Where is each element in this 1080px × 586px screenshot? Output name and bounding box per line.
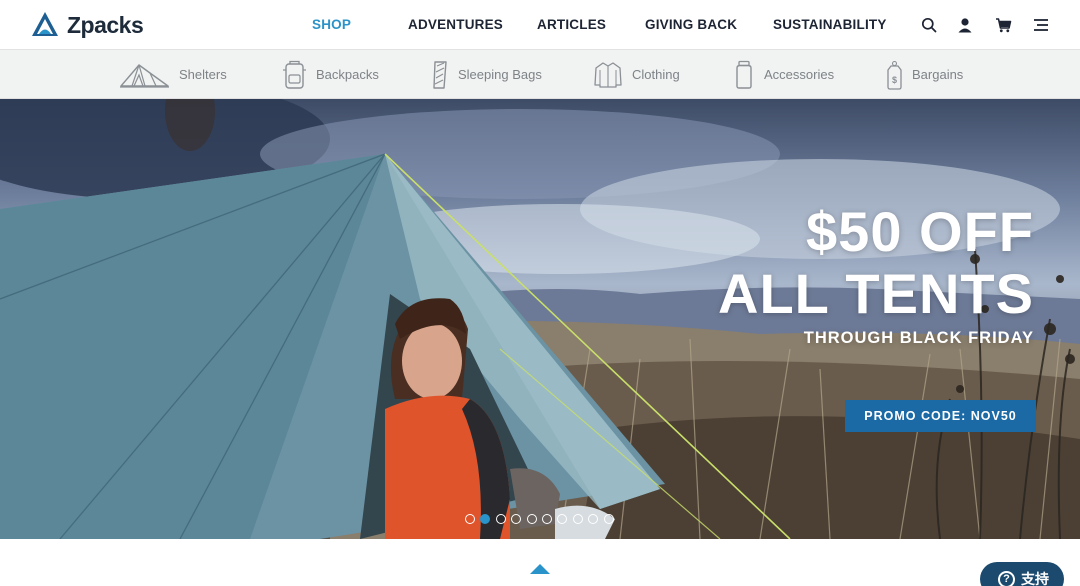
- carousel-dot[interactable]: [465, 514, 475, 524]
- hero-subtitle: THROUGH BLACK FRIDAY: [803, 329, 1034, 347]
- carousel-dot[interactable]: [511, 514, 522, 524]
- tag-icon: $: [887, 60, 902, 90]
- cart-icon[interactable]: [992, 14, 1014, 36]
- nav-adventures[interactable]: ADVENTURES: [408, 17, 503, 32]
- scroll-up-arrow-icon[interactable]: [530, 564, 550, 574]
- category-bargains[interactable]: $ Bargains: [886, 50, 963, 99]
- category-shelters[interactable]: Shelters: [119, 50, 227, 99]
- category-label: Clothing: [632, 67, 680, 82]
- category-bar: Shelters Backpacks Sleeping Bags Clothin…: [0, 50, 1080, 99]
- category-backpacks[interactable]: Backpacks: [282, 50, 379, 99]
- bottle-icon: [736, 60, 752, 89]
- category-label: Backpacks: [316, 67, 379, 82]
- jacket-icon: [594, 61, 622, 88]
- hero-banner[interactable]: $50 OFF ALL TENTS THROUGH BLACK FRIDAY P…: [0, 99, 1080, 539]
- hero-line-1: $50 OFF: [806, 200, 1034, 263]
- promo-code-button[interactable]: PROMO CODE: NOV50: [845, 400, 1036, 432]
- category-accessories[interactable]: Accessories: [733, 50, 834, 99]
- hero-line-2: ALL TENTS: [718, 262, 1034, 325]
- category-sleeping-bags[interactable]: Sleeping Bags: [431, 50, 542, 99]
- carousel-dot-active[interactable]: [480, 514, 491, 524]
- search-icon[interactable]: [918, 14, 940, 36]
- site-header: Zpacks SHOP ADVENTURES ARTICLES GIVING B…: [0, 0, 1080, 50]
- svg-text:$: $: [892, 75, 897, 85]
- carousel-dot[interactable]: [541, 514, 552, 524]
- category-label: Bargains: [912, 67, 964, 82]
- support-button[interactable]: ? 支持: [980, 562, 1064, 586]
- carousel-dots: [465, 514, 619, 524]
- tent-icon: [120, 63, 169, 88]
- category-label: Accessories: [764, 67, 835, 82]
- carousel-dot[interactable]: [588, 514, 599, 524]
- nav-articles[interactable]: ARTICLES: [537, 17, 606, 32]
- backpack-icon: [283, 60, 306, 89]
- help-icon: ?: [998, 570, 1015, 586]
- carousel-dot[interactable]: [495, 514, 506, 524]
- sleeping-bag-icon: [433, 60, 447, 89]
- carousel-dot[interactable]: [526, 514, 537, 524]
- carousel-dot[interactable]: [572, 514, 583, 524]
- nav-sustainability[interactable]: SUSTAINABILITY: [773, 17, 887, 32]
- category-label: Shelters: [179, 67, 227, 82]
- category-label: Sleeping Bags: [458, 67, 542, 82]
- category-clothing[interactable]: Clothing: [593, 50, 680, 99]
- hero-headline: $50 OFF ALL TENTS THROUGH BLACK FRIDAY: [718, 201, 1034, 348]
- menu-icon[interactable]: [1030, 14, 1052, 36]
- carousel-dot[interactable]: [557, 514, 568, 524]
- carousel-dot[interactable]: [603, 514, 614, 524]
- support-label: 支持: [1021, 571, 1049, 586]
- account-icon[interactable]: [954, 14, 976, 36]
- nav-giving-back[interactable]: GIVING BACK: [645, 17, 737, 32]
- nav-shop[interactable]: SHOP: [312, 17, 351, 32]
